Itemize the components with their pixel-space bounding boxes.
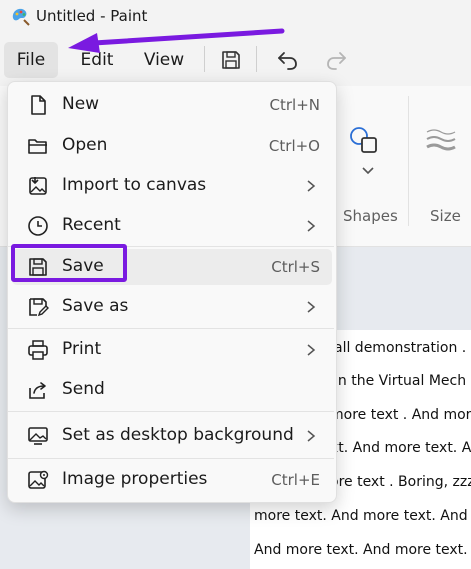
pointer-arrow-annotation xyxy=(68,28,285,53)
printer-icon xyxy=(28,340,48,360)
file-menu-dropdown: New Ctrl+N Open Ctrl+O Import to canvas … xyxy=(7,81,337,503)
canvas-text-line: And more text. And more text. xyxy=(254,542,468,558)
canvas-text-line: ore text . Boring, zzz xyxy=(330,474,471,490)
menu-item-import-to-canvas[interactable]: Import to canvas xyxy=(12,168,332,204)
line-size-icon xyxy=(426,129,456,151)
canvas-text-line: xt. And more text. A xyxy=(330,440,471,456)
menu-separator xyxy=(8,458,334,459)
menu-item-set-as-desktop-background[interactable]: Set as desktop background xyxy=(12,418,332,454)
canvas-text-line: more text. And more text. And xyxy=(254,508,468,524)
menu-item-save-as[interactable]: Save as xyxy=(12,289,332,325)
chevron-right-icon xyxy=(307,180,316,192)
chevron-right-icon xyxy=(307,220,316,232)
size-button[interactable] xyxy=(424,126,464,166)
menu-separator xyxy=(8,328,334,329)
menu-item-new[interactable]: New Ctrl+N xyxy=(12,87,332,123)
save-highlight-annotation xyxy=(11,244,127,282)
shapes-label: Shapes xyxy=(343,207,398,225)
new-file-icon xyxy=(31,95,46,115)
menu-item-label: Open xyxy=(62,135,108,155)
canvas-text-line: more text . And more t xyxy=(330,407,471,423)
menu-item-recent[interactable]: Recent xyxy=(12,208,332,244)
import-image-icon xyxy=(29,177,47,195)
chevron-right-icon xyxy=(307,344,316,356)
clock-icon xyxy=(28,216,48,236)
menu-separator xyxy=(8,411,334,412)
canvas-text-line: all demonstration . xyxy=(334,340,467,356)
chevron-right-icon xyxy=(307,301,316,313)
menu-item-shortcut: Ctrl+N xyxy=(269,96,320,114)
share-icon xyxy=(29,382,46,399)
menu-item-shortcut: Ctrl+E xyxy=(271,471,320,489)
menu-item-open[interactable]: Open Ctrl+O xyxy=(12,128,332,164)
menu-item-label: Image properties xyxy=(62,469,208,489)
menu-item-label: Set as desktop background xyxy=(62,425,294,445)
menu-item-label: Import to canvas xyxy=(62,175,207,195)
menu-item-label: Save as xyxy=(62,296,129,316)
menu-item-send[interactable]: Send xyxy=(12,372,332,408)
image-properties-icon xyxy=(28,470,49,489)
menu-item-label: Send xyxy=(62,379,105,399)
shapes-icon xyxy=(350,127,377,153)
save-as-icon xyxy=(29,298,49,317)
menu-item-label: Print xyxy=(62,339,102,359)
shapes-button[interactable] xyxy=(345,124,389,184)
desktop-background-icon xyxy=(28,427,48,445)
menu-item-label: Recent xyxy=(62,215,121,235)
menu-item-shortcut: Ctrl+O xyxy=(268,137,320,155)
chevron-right-icon xyxy=(307,430,316,442)
size-label: Size xyxy=(430,207,461,225)
folder-icon xyxy=(28,139,47,154)
chevron-down-icon xyxy=(362,167,374,175)
menu-item-image-properties[interactable]: Image properties Ctrl+E xyxy=(12,462,332,498)
canvas-text-line: in the Virtual Mech xyxy=(334,373,467,389)
menu-item-label: New xyxy=(62,94,100,114)
ribbon-divider xyxy=(408,96,409,226)
menu-item-print[interactable]: Print xyxy=(12,332,332,368)
menu-item-shortcut: Ctrl+S xyxy=(271,258,320,276)
